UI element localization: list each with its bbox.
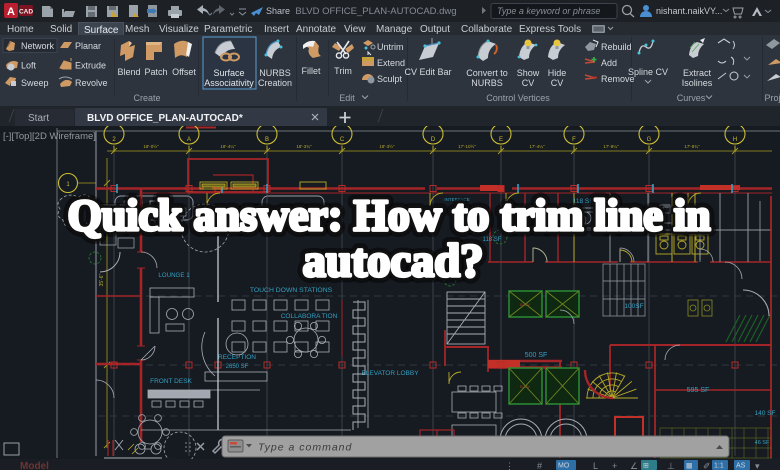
svg-text:1:1: 1:1 (714, 463, 724, 470)
svg-text:Convert to: Convert to (466, 68, 508, 78)
svg-text:Isolines: Isolines (682, 78, 713, 88)
svg-text:nishant.naikVY...: nishant.naikVY... (656, 6, 722, 16)
svg-text:Add: Add (601, 58, 617, 68)
svg-text:BLVD OFFICE_PLAN-AUTOCAD*: BLVD OFFICE_PLAN-AUTOCAD* (87, 113, 243, 124)
svg-text:Offset: Offset (172, 67, 196, 77)
svg-text:⋮: ⋮ (505, 461, 514, 470)
svg-text:▦: ▦ (686, 463, 693, 470)
svg-text:Network: Network (21, 41, 55, 51)
svg-text:Rebuild: Rebuild (601, 42, 632, 52)
svg-text:L: L (593, 461, 598, 470)
svg-text:∠: ∠ (630, 461, 638, 470)
svg-text:Blend: Blend (117, 67, 140, 77)
svg-text:Extract: Extract (683, 68, 712, 78)
svg-text:Hide: Hide (548, 68, 567, 78)
svg-text:Creation: Creation (258, 78, 292, 88)
svg-text:autocad?: autocad? (303, 236, 484, 287)
svg-text:Loft: Loft (21, 61, 37, 71)
svg-text:Extrude: Extrude (75, 61, 106, 71)
svg-text:Proje: Proje (764, 93, 780, 103)
svg-text:AS: AS (736, 463, 746, 470)
svg-text:Share: Share (266, 6, 290, 16)
svg-text:✐: ✐ (703, 461, 711, 470)
svg-text:Associativity: Associativity (204, 78, 254, 88)
svg-text:CV: CV (522, 78, 535, 88)
svg-text:Extend: Extend (377, 58, 405, 68)
svg-text:Create: Create (133, 93, 160, 103)
svg-text:Control Vertices: Control Vertices (486, 93, 550, 103)
svg-text:Show: Show (517, 68, 540, 78)
svg-text:⊞: ⊞ (643, 463, 649, 470)
svg-text:Model: Model (20, 461, 49, 470)
svg-text:BLVD OFFICE_PLAN-AUTOCAD.dwg: BLVD OFFICE_PLAN-AUTOCAD.dwg (295, 6, 456, 17)
svg-text:A: A (7, 6, 15, 18)
svg-text:Revolve: Revolve (75, 78, 108, 88)
svg-text:Quick answer: How to trim line: Quick answer: How to trim line in (68, 191, 711, 240)
svg-text:CAD: CAD (19, 9, 33, 16)
svg-text:Patch: Patch (144, 67, 167, 77)
svg-text:MO: MO (558, 463, 570, 470)
svg-text:Start: Start (28, 113, 49, 124)
svg-text:NURBS: NURBS (259, 68, 291, 78)
svg-text:Sweep: Sweep (21, 78, 49, 88)
svg-text:CV: CV (551, 78, 564, 88)
svg-text:Fillet: Fillet (301, 66, 321, 76)
svg-text:▾: ▾ (755, 461, 760, 470)
svg-text:Type a command: Type a command (258, 442, 352, 454)
svg-text:Untrim: Untrim (377, 42, 404, 52)
svg-text:Sculpt: Sculpt (377, 74, 403, 84)
svg-text:+: + (612, 461, 617, 470)
svg-text:Type a keyword or phrase: Type a keyword or phrase (497, 6, 600, 16)
svg-text:#: # (537, 461, 542, 470)
svg-text:Edit: Edit (339, 93, 355, 103)
svg-text:Surface: Surface (213, 68, 244, 78)
svg-text:Spline CV: Spline CV (628, 67, 668, 77)
svg-text:CV Edit Bar: CV Edit Bar (404, 67, 451, 77)
svg-text:NURBS: NURBS (471, 78, 503, 88)
svg-text:Curves: Curves (677, 93, 706, 103)
svg-text:Planar: Planar (75, 41, 101, 51)
svg-text:⊥: ⊥ (667, 461, 675, 470)
svg-text:Trim: Trim (334, 66, 352, 76)
